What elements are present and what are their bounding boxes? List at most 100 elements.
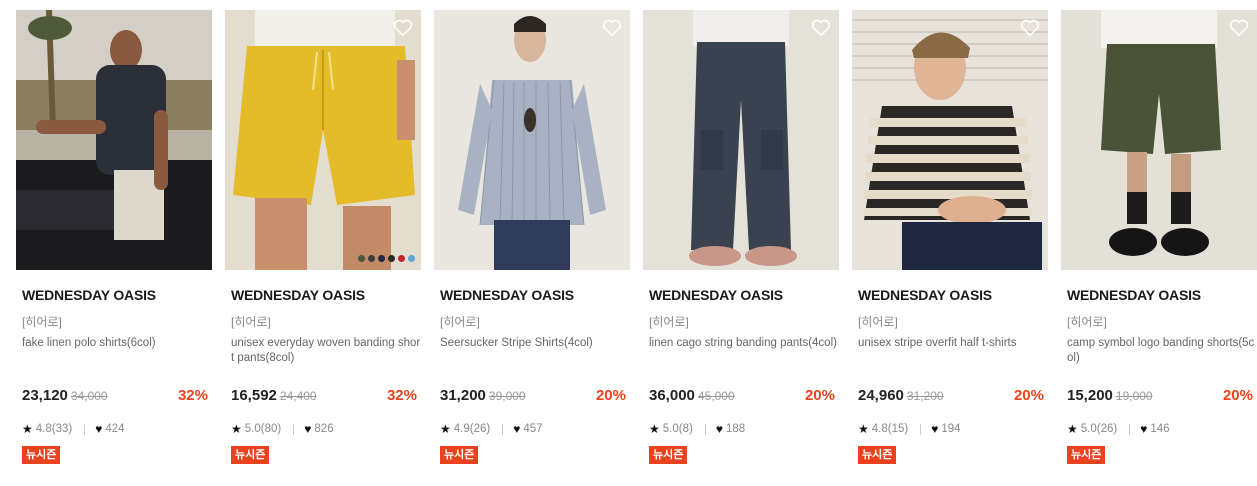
like-count: 424 <box>105 423 125 435</box>
original-price: 45,000 <box>697 389 735 403</box>
heart-filled-icon: ♥ <box>513 422 521 436</box>
brand-name[interactable]: WEDNESDAY OASIS <box>649 287 783 303</box>
seller-name: [히어로] <box>22 315 62 329</box>
product-image[interactable] <box>225 10 421 270</box>
product-card[interactable]: WEDNESDAY OASIS [히어로] fake linen polo sh… <box>16 10 212 480</box>
rating: 5.0(80) <box>244 423 282 435</box>
color-swatch <box>388 255 395 262</box>
sale-price: 16,592 <box>231 387 277 404</box>
product-image[interactable] <box>643 10 839 270</box>
star-icon: ★ <box>649 422 660 436</box>
product-meta: ★ 5.0(26) ♥ 146 <box>1067 422 1170 436</box>
product-image[interactable] <box>434 10 630 270</box>
sale-price: 24,960 <box>858 387 904 404</box>
star-icon: ★ <box>1067 422 1078 436</box>
rating: 5.0(8) <box>662 423 693 435</box>
price: 23,120 34,000 <box>22 387 108 404</box>
new-season-badge: 뉴시즌 <box>858 446 897 464</box>
color-swatches <box>358 255 415 262</box>
divider <box>84 423 86 435</box>
star-icon: ★ <box>22 422 33 436</box>
rating: 5.0(26) <box>1080 423 1118 435</box>
new-season-badge: 뉴시즌 <box>440 446 479 464</box>
heart-outline-icon[interactable] <box>1229 19 1249 37</box>
rating: 4.9(26) <box>453 423 491 435</box>
brand-name[interactable]: WEDNESDAY OASIS <box>858 287 992 303</box>
new-season-badge: 뉴시즌 <box>231 446 270 464</box>
seller-name: [히어로] <box>858 315 898 329</box>
divider <box>920 423 922 435</box>
star-icon: ★ <box>440 422 451 436</box>
discount-rate: 32% <box>177 387 208 404</box>
color-swatch <box>408 255 415 262</box>
divider <box>1129 423 1131 435</box>
product-name[interactable]: unisex stripe overfit half t-shirts <box>858 336 1050 351</box>
original-price: 19,000 <box>1115 389 1153 403</box>
product-meta: ★ 5.0(80) ♥ 826 <box>231 422 334 436</box>
like-count: 457 <box>523 423 543 435</box>
product-meta: ★ 4.9(26) ♥ 457 <box>440 422 543 436</box>
product-image[interactable] <box>16 10 212 270</box>
heart-outline-icon[interactable] <box>811 19 831 37</box>
heart-filled-icon: ♥ <box>715 422 723 436</box>
product-grid: WEDNESDAY OASIS [히어로] fake linen polo sh… <box>0 0 1257 486</box>
new-season-badge: 뉴시즌 <box>22 446 61 464</box>
heart-filled-icon: ♥ <box>931 422 939 436</box>
price: 16,592 24,400 <box>231 387 317 404</box>
original-price: 24,400 <box>279 389 317 403</box>
star-icon: ★ <box>858 422 869 436</box>
divider <box>704 423 706 435</box>
sale-price: 36,000 <box>649 387 695 404</box>
heart-outline-icon[interactable] <box>602 19 622 37</box>
color-swatch <box>378 255 385 262</box>
product-card[interactable]: WEDNESDAY OASIS [히어로] unisex everyday wo… <box>225 10 421 480</box>
divider <box>502 423 504 435</box>
price: 15,200 19,000 <box>1067 387 1153 404</box>
like-count: 826 <box>314 423 334 435</box>
product-meta: ★ 4.8(33) ♥ 424 <box>22 422 125 436</box>
seller-name: [히어로] <box>649 315 689 329</box>
heart-filled-icon: ♥ <box>95 422 103 436</box>
original-price: 31,200 <box>906 389 944 403</box>
original-price: 34,000 <box>70 389 108 403</box>
color-swatch <box>398 255 405 262</box>
color-swatch <box>358 255 365 262</box>
seller-name: [히어로] <box>440 315 480 329</box>
brand-name[interactable]: WEDNESDAY OASIS <box>231 287 365 303</box>
heart-outline-icon[interactable] <box>393 19 413 37</box>
price: 36,000 45,000 <box>649 387 735 404</box>
brand-name[interactable]: WEDNESDAY OASIS <box>1067 287 1201 303</box>
product-name[interactable]: linen cago string banding pants(4col) <box>649 336 841 351</box>
discount-rate: 20% <box>1013 387 1044 404</box>
rating: 4.8(33) <box>35 423 73 435</box>
discount-rate: 20% <box>595 387 626 404</box>
heart-filled-icon: ♥ <box>1140 422 1148 436</box>
original-price: 39,000 <box>488 389 526 403</box>
product-image[interactable] <box>1061 10 1257 270</box>
new-season-badge: 뉴시즌 <box>649 446 688 464</box>
brand-name[interactable]: WEDNESDAY OASIS <box>22 287 156 303</box>
product-card[interactable]: WEDNESDAY OASIS [히어로] camp symbol logo b… <box>1061 10 1257 480</box>
price: 31,200 39,000 <box>440 387 526 404</box>
seller-name: [히어로] <box>231 315 271 329</box>
like-count: 188 <box>725 423 746 435</box>
brand-name[interactable]: WEDNESDAY OASIS <box>440 287 574 303</box>
product-name[interactable]: Seersucker Stripe Shirts(4col) <box>440 336 632 351</box>
product-meta: ★ 4.8(15) ♥ 194 <box>858 422 961 436</box>
price: 24,960 31,200 <box>858 387 944 404</box>
color-swatch <box>368 255 375 262</box>
product-name[interactable]: camp symbol logo banding shorts(5col) <box>1067 336 1257 366</box>
product-card[interactable]: WEDNESDAY OASIS [히어로] Seersucker Stripe … <box>434 10 630 480</box>
product-meta: ★ 5.0(8) ♥ 188 <box>649 422 745 436</box>
heart-outline-icon[interactable] <box>1020 19 1040 37</box>
product-name[interactable]: unisex everyday woven banding short pant… <box>231 336 423 366</box>
rating: 4.8(15) <box>871 423 909 435</box>
heart-filled-icon: ♥ <box>304 422 312 436</box>
product-image[interactable] <box>852 10 1048 270</box>
product-card[interactable]: WEDNESDAY OASIS [히어로] linen cago string … <box>643 10 839 480</box>
star-icon: ★ <box>231 422 242 436</box>
new-season-badge: 뉴시즌 <box>1067 446 1106 464</box>
product-card[interactable]: WEDNESDAY OASIS [히어로] unisex stripe over… <box>852 10 1048 480</box>
product-name[interactable]: fake linen polo shirts(6col) <box>22 336 214 351</box>
sale-price: 31,200 <box>440 387 486 404</box>
